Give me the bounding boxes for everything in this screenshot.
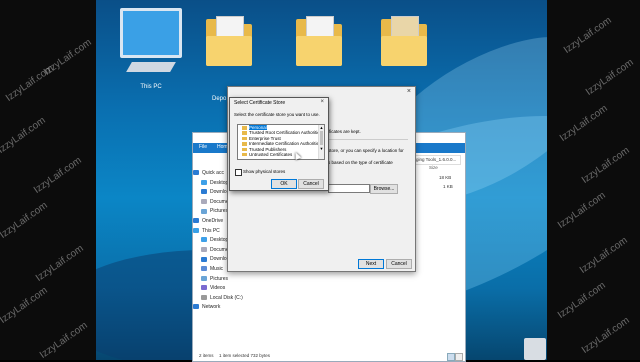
folder-icon <box>242 131 247 135</box>
video-icon <box>201 285 207 291</box>
select-certificate-store-dialog: Select Certificate Store × Select the ce… <box>229 97 329 191</box>
picture-icon <box>201 208 207 214</box>
folder-label: Depo <box>212 96 227 102</box>
this-pc-label: This PC <box>140 84 162 90</box>
folder-icon[interactable] <box>381 16 427 66</box>
network-icon <box>193 304 199 310</box>
scrollbar[interactable]: ▲ ▼ <box>318 125 324 159</box>
nav-item[interactable]: Network <box>193 303 251 313</box>
list-item[interactable]: Untrusted Certificates <box>238 152 324 157</box>
dialog-cancel-button[interactable]: Cancel <box>298 179 324 189</box>
folder-icon[interactable] <box>296 16 342 66</box>
show-physical-checkbox[interactable] <box>235 169 242 176</box>
folder-icon <box>201 179 207 185</box>
cloud-icon <box>193 218 199 224</box>
folder-icon <box>242 147 247 152</box>
download-icon <box>201 256 207 262</box>
folder-icon <box>242 126 247 130</box>
nav-item[interactable]: Videos <box>193 284 251 294</box>
folder-icon <box>201 237 207 243</box>
music-icon <box>201 266 207 272</box>
scroll-down-icon[interactable]: ▼ <box>319 146 324 151</box>
wizard-cancel-button[interactable]: Cancel <box>386 259 412 269</box>
wizard-text: ificates are kept. <box>328 129 361 134</box>
this-pc-desktop-icon[interactable]: This PC <box>116 8 186 90</box>
wizard-divider <box>328 139 408 140</box>
dialog-title: Select Certificate Store <box>234 100 286 106</box>
file-size: 18 KB <box>439 175 452 180</box>
wizard-text: store, or you can specify a location for <box>328 148 404 153</box>
folder-icon <box>242 136 247 141</box>
nav-item[interactable]: Pictures <box>193 275 251 285</box>
close-icon[interactable]: × <box>320 99 324 105</box>
ok-button[interactable]: OK <box>271 179 297 189</box>
picture-icon <box>201 275 207 281</box>
download-icon <box>201 189 207 195</box>
next-button[interactable]: Next <box>358 259 384 269</box>
folder-icon[interactable] <box>206 16 252 66</box>
certificate-store-list[interactable]: Personal Trusted Root Certification Auth… <box>237 124 325 160</box>
folder-icon <box>242 152 247 157</box>
star-icon <box>193 170 199 176</box>
dialog-instruction: Select the certificate store you want to… <box>234 112 320 117</box>
close-icon[interactable]: × <box>407 88 411 95</box>
show-physical-label: Show physical stores <box>243 169 286 174</box>
recycle-bin-icon[interactable] <box>524 338 546 360</box>
browse-button[interactable]: Browse... <box>370 184 398 194</box>
keyboard-icon <box>126 62 176 72</box>
drive-icon <box>201 294 207 300</box>
file-size: 1 KB <box>443 184 453 189</box>
wizard-text: s based on the type of certificate <box>328 160 393 165</box>
tab-file[interactable]: File <box>199 144 207 150</box>
nav-item[interactable]: Local Disk (C:) <box>193 294 251 304</box>
document-icon <box>201 198 207 204</box>
scroll-up-icon[interactable]: ▲ <box>319 125 324 130</box>
path-fragment: ging Tools_1.6.0.0... <box>416 157 457 162</box>
folder-icon <box>242 142 247 146</box>
document-icon <box>201 246 207 252</box>
computer-icon <box>193 227 199 233</box>
size-column-header[interactable]: Size <box>429 165 438 170</box>
store-path-field[interactable] <box>328 184 370 193</box>
monitor-icon <box>120 8 182 58</box>
scroll-thumb[interactable] <box>320 131 323 145</box>
